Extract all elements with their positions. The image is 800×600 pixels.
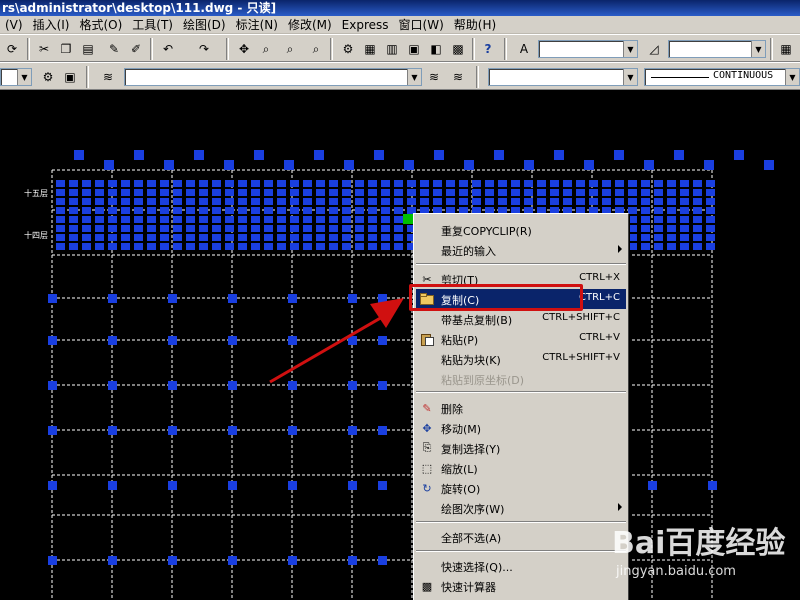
menu-item-shortcut: CTRL+X xyxy=(579,272,620,283)
menu-item-paste-as-block[interactable]: 粘贴为块(K) CTRL+SHIFT+V xyxy=(416,349,626,369)
menu-item-label: 缩放(L) xyxy=(441,463,478,476)
menu-item-quick-calculator[interactable]: ▩ 快速计算器 xyxy=(416,576,626,596)
eraser-icon: ✎ xyxy=(422,401,432,415)
menu-separator xyxy=(416,391,626,393)
context-menu: 重复COPYCLIP(R) 最近的输入 ✂ 剪切(T) CTRL+X 复制(C)… xyxy=(413,213,629,600)
move-icon: ✥ xyxy=(422,421,432,435)
menu-item-recent-input[interactable]: 最近的输入 xyxy=(416,240,626,260)
menu-item-label: 粘贴(P) xyxy=(441,334,479,347)
menu-item-move[interactable]: ✥ 移动(M) xyxy=(416,418,626,438)
menu-item-label: 移动(M) xyxy=(441,423,482,436)
menu-item-scale[interactable]: ⬚ 缩放(L) xyxy=(416,458,626,478)
menu-item-shortcut: CTRL+V xyxy=(579,332,620,343)
menu-item-label: 全部不选(A) xyxy=(441,532,502,545)
watermark-url: jingyan.baidu.com xyxy=(616,564,736,579)
menu-item-erase[interactable]: ✎ 删除 xyxy=(416,398,626,418)
menu-item-copy-selection[interactable]: ⎘ 复制选择(Y) xyxy=(416,438,626,458)
menu-item-label: 最近的输入 xyxy=(441,245,496,258)
menu-item-draw-order[interactable]: 绘图次序(W) xyxy=(416,498,626,518)
menu-separator xyxy=(416,521,626,523)
menu-item-label: 快速计算器 xyxy=(441,581,496,594)
menu-item-deselect-all[interactable]: 全部不选(A) xyxy=(416,527,626,547)
menu-item-label: 粘贴为块(K) xyxy=(441,354,501,367)
menu-item-label: 复制选择(Y) xyxy=(441,443,501,456)
menu-item-shortcut: CTRL+SHIFT+C xyxy=(542,312,620,323)
menu-item-label: 绘图次序(W) xyxy=(441,503,505,516)
submenu-arrow-icon xyxy=(618,245,622,253)
menu-separator xyxy=(416,550,626,552)
menu-item-label: 重复COPYCLIP(R) xyxy=(441,225,532,238)
menu-separator xyxy=(416,263,626,265)
menu-item-rotate[interactable]: ↻ 旋转(O) xyxy=(416,478,626,498)
rotate-icon: ↻ xyxy=(422,481,432,495)
scale-icon: ⬚ xyxy=(421,461,433,475)
menu-item-label: 带基点复制(B) xyxy=(441,314,513,327)
menu-item-shortcut: CTRL+C xyxy=(579,292,620,303)
menu-item-paste[interactable]: 粘贴(P) CTRL+V xyxy=(416,329,626,349)
menu-item-copy-with-basepoint[interactable]: 带基点复制(B) CTRL+SHIFT+C xyxy=(416,309,626,329)
menu-item-repeat-copyclip[interactable]: 重复COPYCLIP(R) xyxy=(416,220,626,240)
menu-item-paste-to-original[interactable]: 粘贴到原坐标(D) xyxy=(416,369,626,389)
paste-icon xyxy=(419,331,435,347)
menu-item-shortcut: CTRL+SHIFT+V xyxy=(542,352,620,363)
menu-item-label: 旋转(O) xyxy=(441,483,481,496)
menu-item-label: 快速选择(Q)... xyxy=(441,561,513,574)
watermark: Bai百度经验 jingyan.baidu.com xyxy=(612,510,792,596)
menu-item-quick-select[interactable]: 快速选择(Q)... xyxy=(416,556,626,576)
calculator-icon: ▩ xyxy=(421,579,433,593)
copy-object-icon: ⎘ xyxy=(422,441,432,454)
highlight-box xyxy=(409,284,583,311)
menu-item-label: 粘贴到原坐标(D) xyxy=(441,374,525,387)
watermark-logo: Bai百度经验 xyxy=(612,526,786,561)
menu-item-label: 删除 xyxy=(441,403,463,416)
